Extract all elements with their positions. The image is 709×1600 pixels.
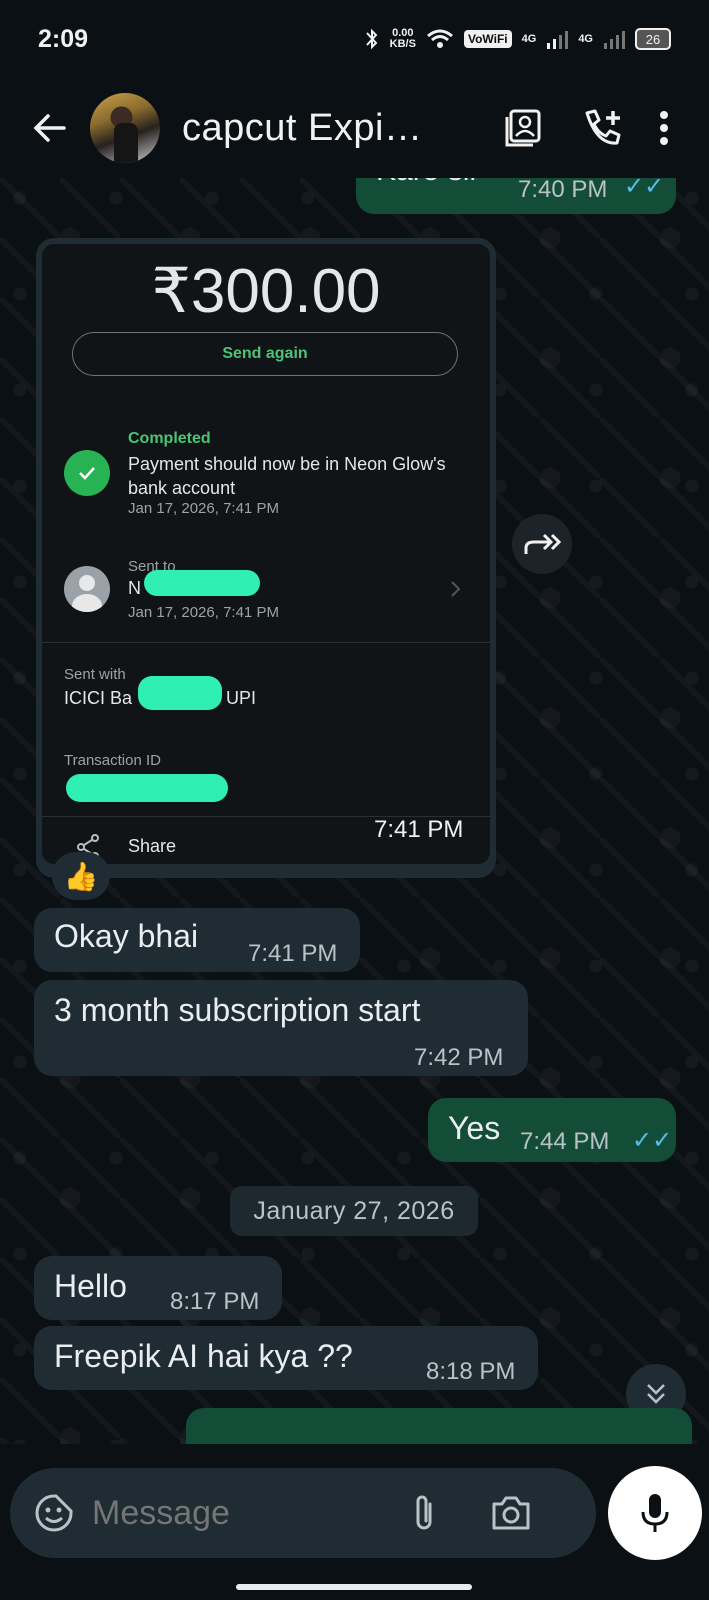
message-outgoing[interactable]: Karo sir 7:40 PM ✓✓ bbox=[356, 178, 676, 214]
payment-status: Completed bbox=[128, 430, 211, 447]
sent-to-date: Jan 17, 2026, 7:41 PM bbox=[128, 604, 279, 621]
sent-with-label: Sent with bbox=[64, 666, 126, 683]
microphone-icon bbox=[641, 1494, 669, 1532]
payment-description: Payment should now be in Neon Glow's ban… bbox=[128, 454, 446, 498]
message-text: Hello bbox=[54, 1268, 127, 1304]
message-time: 7:44 PM bbox=[520, 1128, 610, 1155]
camera-icon[interactable] bbox=[490, 1494, 532, 1532]
sent-with-prefix: ICICI Ba bbox=[64, 688, 133, 708]
message-incoming[interactable]: Okay bhai 7:41 PM bbox=[34, 908, 360, 972]
message-time: 7:40 PM bbox=[518, 178, 608, 203]
attach-icon[interactable] bbox=[410, 1492, 438, 1534]
network-speed: 0.00 KB/S bbox=[389, 27, 416, 50]
signal-icon-2 bbox=[604, 31, 625, 49]
gesture-navigation-bar bbox=[236, 1584, 472, 1590]
sent-with-suffix: UPI bbox=[226, 688, 257, 708]
message-time: 7:41 PM bbox=[248, 940, 338, 967]
payment-amount: ₹300.00 bbox=[151, 257, 381, 326]
image-message[interactable]: ₹300.00 Send again Completed Payment sho… bbox=[36, 238, 496, 878]
contact-name[interactable]: capcut Expi… bbox=[182, 107, 422, 150]
read-receipt-icon: ✓✓ bbox=[624, 178, 665, 200]
message-text: Karo sir bbox=[376, 178, 479, 188]
check-icon bbox=[64, 450, 110, 496]
message-time: 8:18 PM bbox=[426, 1358, 516, 1385]
message-time: 8:17 PM bbox=[170, 1288, 260, 1315]
header-actions bbox=[503, 107, 669, 149]
divider bbox=[42, 642, 490, 643]
sim1-signal: 4G bbox=[521, 32, 537, 45]
message-outgoing[interactable]: Yes 7:44 PM ✓✓ bbox=[428, 1098, 676, 1162]
message-incoming[interactable]: Hello 8:17 PM bbox=[34, 1256, 282, 1320]
message-time: 7:41 PM bbox=[374, 816, 464, 843]
arrow-left-icon bbox=[33, 114, 66, 142]
recipient-initial: N bbox=[128, 578, 141, 598]
voice-message-button[interactable] bbox=[608, 1466, 702, 1560]
message-text: Okay bhai bbox=[54, 918, 199, 954]
status-date: Jan 17, 2026, 7:41 PM bbox=[128, 500, 279, 517]
transaction-label: Transaction ID bbox=[64, 752, 161, 769]
message-text: 3 month subscription start bbox=[54, 992, 421, 1028]
message-composer bbox=[10, 1468, 596, 1558]
status-time: 2:09 bbox=[38, 24, 89, 53]
recipient-avatar bbox=[64, 566, 110, 612]
redaction-mark bbox=[66, 774, 228, 802]
contact-avatar[interactable] bbox=[90, 93, 160, 163]
read-receipt-icon: ✓✓ bbox=[632, 1127, 673, 1154]
add-call-icon[interactable] bbox=[581, 107, 623, 149]
status-icons: 0.00 KB/S VoWiFi 4G 4G 26 bbox=[364, 27, 671, 51]
sim2-signal: 4G bbox=[578, 32, 593, 45]
message-input[interactable] bbox=[92, 1493, 392, 1533]
date-divider: January 27, 2026 bbox=[230, 1186, 478, 1236]
sticker-icon[interactable] bbox=[34, 1493, 74, 1533]
chevron-right-icon bbox=[451, 581, 461, 597]
chat-header: capcut Expi… bbox=[0, 78, 709, 178]
reaction-badge[interactable]: 👍 bbox=[52, 852, 110, 900]
message-incoming[interactable]: Freepik AI hai kya ?? 8:18 PM bbox=[34, 1326, 538, 1390]
message-incoming[interactable]: 3 month subscription start 7:42 PM bbox=[34, 980, 528, 1076]
message-text: Freepik AI hai kya ?? bbox=[54, 1338, 353, 1374]
status-bar: 2:09 0.00 KB/S VoWiFi 4G 4G 26 bbox=[0, 0, 709, 78]
redaction-mark bbox=[144, 570, 260, 596]
wifi-icon bbox=[426, 29, 453, 48]
double-chevron-down-icon bbox=[647, 1384, 665, 1404]
send-again-button: Send again bbox=[72, 332, 458, 376]
share-label: Share bbox=[128, 836, 177, 856]
message-time: 7:42 PM bbox=[414, 1044, 504, 1071]
message-text: Yes bbox=[448, 1110, 501, 1146]
bluetooth-icon bbox=[365, 28, 378, 50]
redaction-mark bbox=[138, 676, 222, 710]
forward-icon bbox=[524, 533, 562, 554]
forward-button[interactable] bbox=[512, 514, 572, 574]
chat-area[interactable]: Karo sir 7:40 PM ✓✓ ₹300.00 Send again C… bbox=[0, 178, 709, 1444]
message-outgoing[interactable] bbox=[186, 1408, 692, 1444]
back-button[interactable] bbox=[18, 112, 82, 144]
vowifi-badge: VoWiFi bbox=[463, 30, 512, 48]
more-options-icon[interactable] bbox=[659, 110, 669, 146]
signal-icon bbox=[547, 31, 569, 49]
battery-icon: 26 bbox=[635, 28, 671, 50]
contact-card-icon[interactable] bbox=[503, 107, 545, 149]
payment-screenshot: ₹300.00 Send again Completed Payment sho… bbox=[42, 244, 490, 864]
